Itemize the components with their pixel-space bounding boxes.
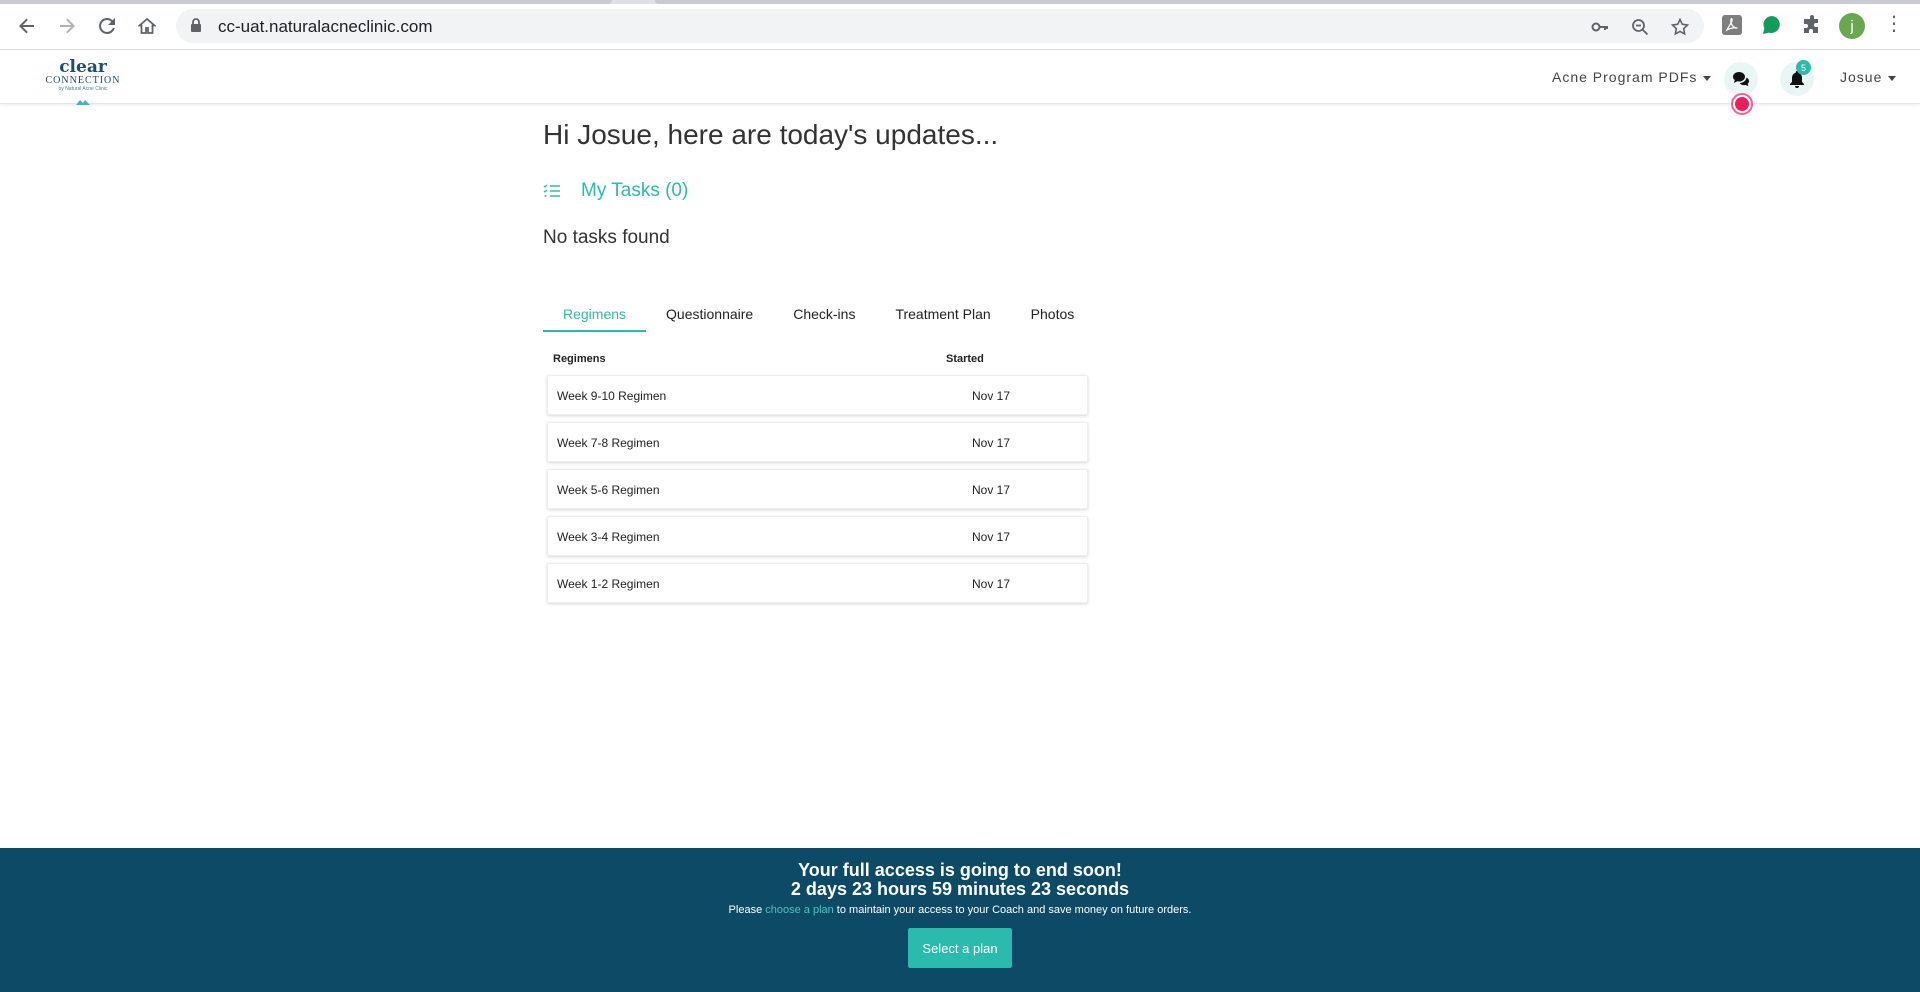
back-icon[interactable] [12, 11, 42, 41]
extensions-puzzle-icon[interactable] [1800, 13, 1824, 37]
column-header-started: Started [946, 353, 984, 365]
regimen-started: Nov 17 [972, 483, 1011, 497]
acne-program-pdfs-dropdown[interactable]: Acne Program PDFs [1552, 69, 1712, 85]
column-header-regimens: Regimens [553, 353, 606, 365]
regimens-list: Week 9-10 Regimen Nov 17 Week 7-8 Regime… [547, 375, 1088, 610]
regimen-name: Week 3-4 Regimen [557, 530, 660, 544]
address-bar[interactable]: cc-uat.naturalacneclinic.com [176, 9, 1704, 43]
url-text: cc-uat.naturalacneclinic.com [218, 17, 433, 36]
select-plan-button[interactable]: Select a plan [908, 928, 1012, 968]
app-header: clear CONNECTION by Natural Acne Clinic … [0, 51, 1920, 105]
tab-questionnaire[interactable]: Questionnaire [646, 302, 773, 332]
content-tabs: Regimens Questionnaire Check-ins Treatme… [543, 302, 1094, 332]
regimen-row[interactable]: Week 7-8 Regimen Nov 17 [547, 422, 1088, 462]
recording-indicator[interactable] [1731, 93, 1753, 115]
regimens-table-header: Regimens Started [553, 353, 1088, 365]
tab-photos[interactable]: Photos [1011, 302, 1095, 332]
lock-icon [191, 18, 201, 32]
banner-headline: Your full access is going to end soon! [798, 860, 1122, 880]
page-title: Hi Josue, here are today's updates... [543, 119, 999, 150]
regimen-started: Nov 17 [972, 389, 1011, 403]
regimen-row[interactable]: Week 9-10 Regimen Nov 17 [547, 375, 1088, 415]
pdf-extension-icon[interactable] [1720, 13, 1744, 37]
notification-count-badge: 5 [1796, 60, 1811, 75]
my-tasks-title: My Tasks (0) [581, 180, 689, 201]
tab-strip [0, 0, 1920, 4]
chat-bubbles-icon [1733, 72, 1749, 87]
home-icon[interactable] [132, 11, 162, 41]
my-tasks-header[interactable]: My Tasks (0) [543, 180, 688, 202]
banner-message: Please choose a plan to maintain your ac… [0, 904, 1920, 916]
clear-connection-logo[interactable]: clear CONNECTION by Natural Acne Clinic [44, 59, 122, 105]
caret-down-icon [1888, 75, 1897, 81]
browser-menu-icon[interactable]: ⋮ [1884, 14, 1904, 34]
access-expiry-banner: Your full access is going to end soon! 2… [0, 848, 1920, 992]
regimen-row[interactable]: Week 3-4 Regimen Nov 17 [547, 516, 1088, 556]
regimen-name: Week 5-6 Regimen [557, 483, 660, 497]
zoom-out-icon[interactable] [1631, 18, 1649, 36]
task-list-icon [543, 184, 560, 197]
countdown-timer: 2 days 23 hours 59 minutes 23 seconds [790, 879, 1130, 899]
no-tasks-message: No tasks found [543, 227, 670, 248]
reload-icon[interactable] [92, 11, 122, 41]
tab-treatment-plan[interactable]: Treatment Plan [875, 302, 1010, 332]
regimen-started: Nov 17 [972, 577, 1011, 591]
bookmark-star-icon[interactable] [1671, 18, 1689, 36]
regimen-started: Nov 17 [972, 530, 1011, 544]
tab-regimens[interactable]: Regimens [543, 302, 647, 332]
logo-mark-icon [76, 100, 90, 105]
regimen-row[interactable]: Week 5-6 Regimen Nov 17 [547, 469, 1088, 509]
choose-plan-link[interactable]: choose a plan [765, 904, 834, 916]
regimen-started: Nov 17 [972, 436, 1011, 450]
browser-toolbar: cc-uat.naturalacneclinic.com j ⋮ [0, 0, 1920, 50]
chat-extension-icon[interactable] [1760, 13, 1784, 37]
caret-down-icon [1703, 75, 1712, 81]
tab-check-ins[interactable]: Check-ins [773, 302, 875, 332]
regimen-name: Week 1-2 Regimen [557, 577, 660, 591]
user-menu-dropdown[interactable]: Josue [1840, 69, 1897, 85]
key-icon[interactable] [1591, 18, 1609, 36]
profile-avatar[interactable]: j [1839, 13, 1865, 39]
regimen-name: Week 7-8 Regimen [557, 436, 660, 450]
banner-text-after: to maintain your access to your Coach an… [833, 904, 1192, 916]
banner-text-before: Please [728, 904, 766, 916]
regimen-name: Week 9-10 Regimen [557, 389, 667, 403]
forward-icon[interactable] [52, 11, 82, 41]
chat-button[interactable] [1724, 62, 1758, 96]
regimen-row[interactable]: Week 1-2 Regimen Nov 17 [547, 563, 1088, 603]
